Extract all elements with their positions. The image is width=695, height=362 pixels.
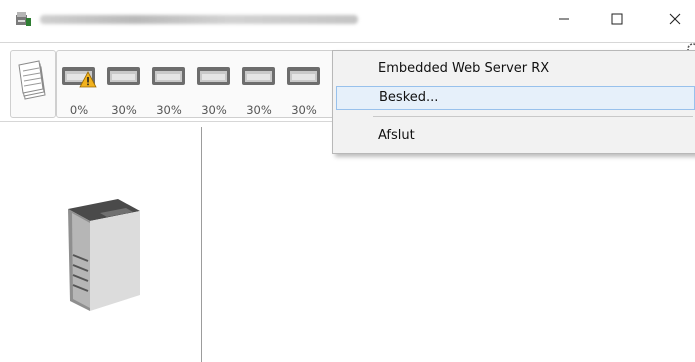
maximize-icon — [611, 13, 623, 25]
menu-item-afslut[interactable]: Afslut — [336, 124, 693, 148]
printer-app-icon — [16, 12, 31, 26]
tray-level-label: 30% — [111, 103, 137, 117]
title-bar — [0, 0, 695, 38]
pane-divider[interactable] — [201, 127, 202, 362]
tray-status-group: 0% 30% 30% 30% 30% 30% — [56, 50, 348, 118]
tray-3[interactable]: 30% — [149, 57, 189, 117]
paper-stack-icon — [18, 60, 46, 100]
paper-status-button[interactable] — [10, 50, 56, 118]
window-title-obscured — [40, 15, 358, 24]
minimize-button[interactable] — [544, 4, 584, 34]
printer-device-image — [68, 199, 140, 311]
tray-1[interactable]: 0% — [59, 57, 99, 117]
tray-level-label: 30% — [201, 103, 227, 117]
tray-level-label: 30% — [246, 103, 272, 117]
context-menu: Embedded Web Server RX Besked... Afslut — [332, 50, 695, 154]
minimize-icon — [559, 18, 569, 20]
maximize-button[interactable] — [597, 4, 637, 34]
warning-icon — [79, 71, 97, 88]
tray-level-label: 30% — [291, 103, 317, 117]
tray-5[interactable]: 30% — [239, 57, 279, 117]
tray-level-label: 0% — [69, 103, 89, 117]
menu-item-label: Afslut — [378, 128, 415, 143]
tray-6[interactable]: 30% — [284, 57, 324, 117]
close-icon — [669, 13, 681, 25]
paper-tray-icon — [287, 67, 320, 85]
paper-tray-icon — [197, 67, 230, 85]
close-button[interactable] — [655, 4, 695, 34]
tray-4[interactable]: 30% — [194, 57, 234, 117]
paper-tray-icon — [242, 67, 275, 85]
menu-item-label: Embedded Web Server RX — [378, 61, 550, 76]
menu-separator — [373, 116, 693, 117]
paper-tray-icon — [152, 67, 185, 85]
tray-2[interactable]: 30% — [104, 57, 144, 117]
menu-item-besked[interactable]: Besked... — [336, 86, 695, 110]
menu-item-label: Besked... — [379, 90, 439, 105]
tray-level-label: 30% — [156, 103, 182, 117]
paper-tray-icon — [107, 67, 140, 85]
menu-item-embedded-web-server[interactable]: Embedded Web Server RX — [336, 57, 693, 81]
